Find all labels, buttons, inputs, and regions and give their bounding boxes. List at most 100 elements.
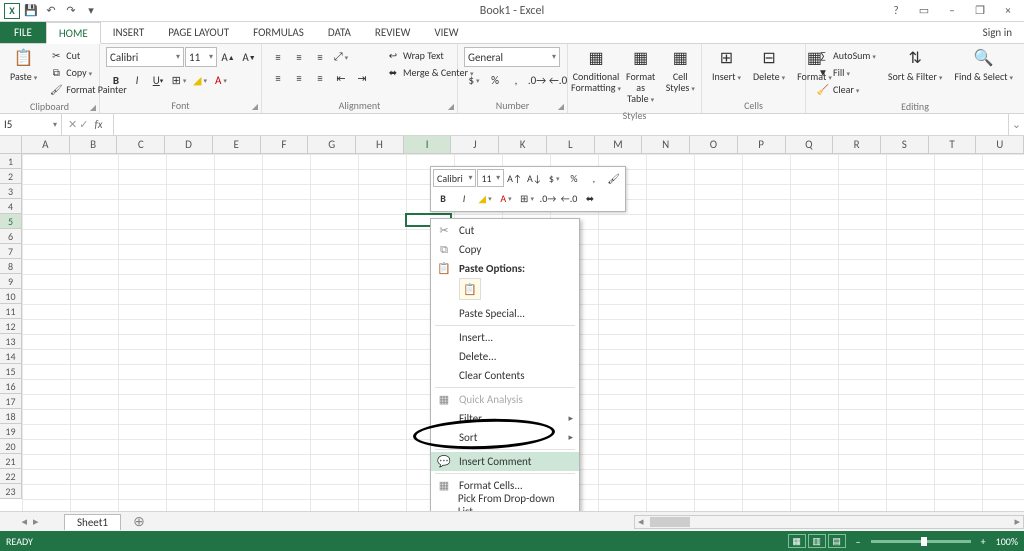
paste-option-default[interactable]: 📋 xyxy=(459,278,481,300)
new-sheet-button[interactable]: ⊕ xyxy=(129,512,149,532)
ctx-pick-dropdown[interactable]: Pick From Drop-down List... xyxy=(431,495,579,511)
mini-percent[interactable]: % xyxy=(565,169,584,187)
sheet-nav-prev[interactable]: ◂ xyxy=(21,515,27,528)
mini-format-painter[interactable]: 🖌 xyxy=(604,169,623,187)
font-name-combo[interactable]: Calibri▾ xyxy=(106,47,184,67)
close-button[interactable]: × xyxy=(998,2,1018,20)
row-header-5[interactable]: 5 xyxy=(0,214,22,229)
increase-decimal[interactable]: .0→ xyxy=(527,70,547,90)
row-header-3[interactable]: 3 xyxy=(0,184,22,199)
row-header-19[interactable]: 19 xyxy=(0,424,22,439)
mini-font-color[interactable]: A xyxy=(496,189,516,207)
align-left[interactable]: ≡ xyxy=(268,68,288,88)
row-header-11[interactable]: 11 xyxy=(0,304,22,319)
clipboard-dialog-launcher[interactable]: ◢ xyxy=(90,103,96,113)
expand-formula-bar[interactable]: ⌄ xyxy=(1008,114,1024,135)
tab-insert[interactable]: INSERT xyxy=(101,22,157,43)
qat-save[interactable]: 💾 xyxy=(22,2,40,20)
select-all-triangle[interactable] xyxy=(0,136,22,154)
row-header-14[interactable]: 14 xyxy=(0,349,22,364)
underline-button[interactable]: U▾ xyxy=(148,70,168,90)
horizontal-scrollbar[interactable]: ◂▸ xyxy=(634,515,1024,529)
mini-decrease-decimal[interactable]: ←.0 xyxy=(559,189,579,207)
mini-italic[interactable]: I xyxy=(454,189,474,207)
enter-formula-icon[interactable]: ✓ xyxy=(79,118,88,131)
col-header-I[interactable]: I xyxy=(404,136,452,154)
ctx-clear-contents[interactable]: Clear Contents xyxy=(431,366,579,385)
col-header-A[interactable]: A xyxy=(22,136,70,154)
qat-undo[interactable]: ↶ xyxy=(42,2,60,20)
row-header-2[interactable]: 2 xyxy=(0,169,22,184)
ctx-insert-comment[interactable]: 💬Insert Comment xyxy=(431,452,579,471)
sign-in-link[interactable]: Sign in xyxy=(983,22,1024,43)
ctx-sort[interactable]: Sort▸ xyxy=(431,428,579,447)
view-page-break[interactable]: ▤ xyxy=(828,534,846,548)
comma-format[interactable]: , xyxy=(506,70,526,90)
increase-font-size[interactable]: A▲ xyxy=(218,47,238,67)
decrease-indent[interactable]: ⇤ xyxy=(331,68,351,88)
format-as-table-button[interactable]: ▦Format as Table xyxy=(622,47,659,106)
minimize-button[interactable]: – xyxy=(942,2,962,20)
cell-styles-button[interactable]: ▦Cell Styles xyxy=(663,47,697,95)
col-header-L[interactable]: L xyxy=(547,136,595,154)
borders-button[interactable]: ⊞ xyxy=(169,70,189,90)
clear-button[interactable]: 🧹Clear xyxy=(812,81,880,97)
view-normal[interactable]: ▦ xyxy=(788,534,806,548)
mini-font-combo[interactable]: Calibri▾ xyxy=(433,169,476,187)
align-middle[interactable]: ≡ xyxy=(289,47,309,67)
ctx-paste-special[interactable]: Paste Special... xyxy=(431,304,579,323)
decrease-decimal[interactable]: ←.0 xyxy=(548,70,568,90)
col-header-C[interactable]: C xyxy=(117,136,165,154)
delete-cells-button[interactable]: ⊟Delete xyxy=(749,47,789,84)
view-page-layout[interactable]: ▥ xyxy=(808,534,826,548)
number-dialog-launcher[interactable]: ◢ xyxy=(558,102,564,112)
col-header-P[interactable]: P xyxy=(738,136,786,154)
col-header-N[interactable]: N xyxy=(642,136,690,154)
ctx-insert[interactable]: Insert... xyxy=(431,328,579,347)
row-header-13[interactable]: 13 xyxy=(0,334,22,349)
autosum-button[interactable]: ∑AutoSum xyxy=(812,47,880,63)
mini-increase-font[interactable]: A↑ xyxy=(505,169,524,187)
mini-bold[interactable]: B xyxy=(433,189,453,207)
ribbon-display-options[interactable]: ▭ xyxy=(914,2,934,20)
conditional-formatting-button[interactable]: ▦Conditional Formatting xyxy=(574,47,618,95)
fill-color-button[interactable]: ◢ xyxy=(190,70,210,90)
increase-indent[interactable]: ⇥ xyxy=(352,68,372,88)
insert-cells-button[interactable]: ⊞Insert xyxy=(708,47,745,84)
hscroll-right[interactable]: ▸ xyxy=(1011,515,1023,528)
row-header-22[interactable]: 22 xyxy=(0,469,22,484)
align-right[interactable]: ≡ xyxy=(310,68,330,88)
hscroll-left[interactable]: ◂ xyxy=(635,515,647,528)
col-header-J[interactable]: J xyxy=(451,136,499,154)
tab-home[interactable]: HOME xyxy=(46,22,101,44)
align-bottom[interactable]: ≡ xyxy=(310,47,330,67)
row-header-18[interactable]: 18 xyxy=(0,409,22,424)
col-header-R[interactable]: R xyxy=(833,136,881,154)
orientation-button[interactable]: ⤢ xyxy=(331,47,351,67)
mini-fill-color[interactable]: ◢ xyxy=(475,189,495,207)
mini-increase-decimal[interactable]: .0→ xyxy=(538,189,558,207)
mini-comma[interactable]: , xyxy=(584,169,603,187)
formula-bar[interactable] xyxy=(114,114,1008,135)
mini-merge[interactable]: ⬌ xyxy=(580,189,600,207)
bold-button[interactable]: B xyxy=(106,70,126,90)
row-header-9[interactable]: 9 xyxy=(0,274,22,289)
number-format-combo[interactable]: General▾ xyxy=(464,47,560,67)
font-dialog-launcher[interactable]: ◢ xyxy=(252,102,258,112)
row-header-8[interactable]: 8 xyxy=(0,259,22,274)
col-header-K[interactable]: K xyxy=(499,136,547,154)
mini-accounting[interactable]: $ xyxy=(545,169,564,187)
row-header-10[interactable]: 10 xyxy=(0,289,22,304)
row-header-1[interactable]: 1 xyxy=(0,154,22,169)
tab-formulas[interactable]: FORMULAS xyxy=(241,22,316,43)
row-header-15[interactable]: 15 xyxy=(0,364,22,379)
mini-decrease-font[interactable]: A↓ xyxy=(525,169,544,187)
row-header-6[interactable]: 6 xyxy=(0,229,22,244)
fill-button[interactable]: ▼Fill xyxy=(812,64,880,80)
insert-function-icon[interactable]: fx xyxy=(90,118,106,131)
col-header-O[interactable]: O xyxy=(690,136,738,154)
accounting-format[interactable]: $ xyxy=(464,70,484,90)
qat-customize[interactable]: ▾ xyxy=(82,2,100,20)
align-top[interactable]: ≡ xyxy=(268,47,288,67)
col-header-H[interactable]: H xyxy=(356,136,404,154)
